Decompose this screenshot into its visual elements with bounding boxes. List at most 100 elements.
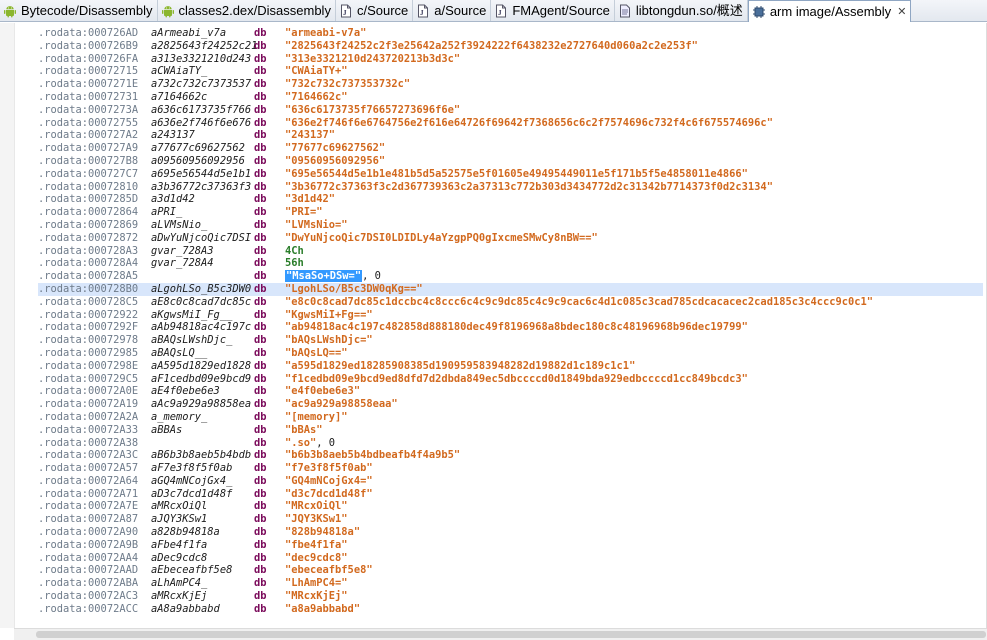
- symbol-name[interactable]: aE4f0ebe6e3: [151, 385, 220, 398]
- string-literal[interactable]: ".so": [285, 437, 316, 449]
- symbol-name[interactable]: a636e2f746f6e676: [151, 117, 251, 130]
- symbol-name[interactable]: a_memory_: [151, 411, 207, 424]
- symbol-name[interactable]: aBBAs: [151, 424, 182, 437]
- symbol-name[interactable]: aMRcxOiQl: [151, 500, 207, 513]
- selected-string[interactable]: "MsaSo+DSw=": [285, 270, 363, 283]
- numeric-value[interactable]: 4Ch: [285, 245, 304, 258]
- string-value[interactable]: "bAQsLWshDjc=": [285, 334, 373, 347]
- string-value[interactable]: "armeabi-v7a": [285, 27, 366, 40]
- string-value[interactable]: ".so", 0: [285, 437, 335, 450]
- string-value[interactable]: "KgwsMiI+Fg==": [285, 309, 373, 322]
- string-value[interactable]: "dec9cdc8": [285, 552, 348, 565]
- listing-row[interactable]: .rodata:00072869 aLVMsNio_ db "LVMsNio=": [38, 219, 983, 232]
- listing-row[interactable]: .rodata:00072755 a636e2f746f6e676 db "636e2…: [38, 117, 983, 130]
- listing-row[interactable]: .rodata:000728B0 aLgohLSo_B5c3DW0 db "LgohL…: [38, 282, 983, 296]
- symbol-name[interactable]: aKgwsMiI_Fg__: [151, 309, 232, 322]
- listing-row[interactable]: .rodata:00072A7E aMRcxOiQl db "MRcxOiQl": [38, 500, 983, 513]
- string-value[interactable]: "LgohLSo/B5c3DW0qKg==": [285, 283, 423, 296]
- symbol-name[interactable]: aEbeceafbf5e8: [151, 564, 232, 577]
- listing-row[interactable]: .rodata:000727C7 a695e56544d5e1b1 db "695e5…: [38, 168, 983, 181]
- string-value[interactable]: "PRI=": [285, 206, 323, 219]
- string-value[interactable]: "f7e3f8f5f0ab": [285, 462, 373, 475]
- listing-row[interactable]: .rodata:000728C5 aE8c0c8cad7dc85c db "e8c0c…: [38, 296, 983, 309]
- string-value[interactable]: "77677c69627562": [285, 142, 385, 155]
- symbol-name[interactable]: a2825643f24252c21: [151, 40, 257, 53]
- listing-row[interactable]: .rodata:00072AAD aEbeceafbf5e8 db "ebeceafb…: [38, 564, 983, 577]
- listing-row[interactable]: .rodata:0007298E aA595d1829ed1828 db "a595d…: [38, 360, 983, 373]
- symbol-name[interactable]: aArmeabi_v7a: [151, 27, 226, 40]
- string-value[interactable]: "695e56544d5e1b1e481b5d5a52575e5f01605e4…: [285, 168, 748, 181]
- symbol-name[interactable]: aDec9cdc8: [151, 552, 207, 565]
- listing-row[interactable]: .rodata:00072A90 a828b94818a db "828b94818a…: [38, 526, 983, 539]
- string-value[interactable]: "636e2f746f6e6764756e2f616e64726f69642f7…: [285, 117, 773, 130]
- string-value[interactable]: "ebeceafbf5e8": [285, 564, 373, 577]
- symbol-name[interactable]: a828b94818a: [151, 526, 220, 539]
- listing-row[interactable]: .rodata:00072978 aBAQsLWshDjc_ db "bAQsLWsh…: [38, 334, 983, 347]
- string-value[interactable]: "828b94818a": [285, 526, 360, 539]
- tab-c-source[interactable]: Jc/Source: [336, 0, 414, 21]
- listing-row[interactable]: .rodata:00072A71 aD3c7dcd1d48f db "d3c7dcd1…: [38, 488, 983, 501]
- symbol-name[interactable]: aBAQsLQ__: [151, 347, 207, 360]
- symbol-name[interactable]: gvar_728A4: [151, 257, 214, 270]
- tab-classes2-dex-disassembly[interactable]: classes2.dex/Disassembly: [158, 0, 336, 21]
- string-value[interactable]: "a8a9abbabd": [285, 603, 360, 616]
- numeric-value[interactable]: 56h: [285, 257, 304, 270]
- string-value[interactable]: "GQ4mNCojGx4=": [285, 475, 373, 488]
- string-value[interactable]: "MsaSo+DSw=", 0: [285, 270, 381, 283]
- tab-fmagent-source[interactable]: J FMAgent/Source: [491, 0, 615, 21]
- string-value[interactable]: "ac9a929a98858eaa": [285, 398, 398, 411]
- string-value[interactable]: "636c6173735f76657273696f6e": [285, 104, 460, 117]
- listing-row[interactable]: .rodata:000727A9 a77677c69627562 db "77677c…: [38, 142, 983, 155]
- symbol-name[interactable]: aFbe4f1fa: [151, 539, 207, 552]
- listing-row[interactable]: .rodata:00072A2A a_memory_ db "[memory]": [38, 411, 983, 424]
- string-value[interactable]: "f1cedbd09e9bcd9ed8dfd7d2dbda849ec5dbccc…: [285, 373, 748, 386]
- symbol-name[interactable]: aA8a9abbabd: [151, 603, 220, 616]
- symbol-name[interactable]: aCWAiaTY_: [151, 65, 207, 78]
- tab-arm-image-assembly[interactable]: arm image/Assembly ✕: [747, 0, 912, 22]
- symbol-name[interactable]: a313e3321210d243: [151, 53, 251, 66]
- string-value[interactable]: "DwYuNjcoQic7DSI0LDIDLy4aYzgpPQ0gIxcmeSM…: [285, 232, 598, 245]
- listing-row[interactable]: .rodata:00072A0E aE4f0ebe6e3 db "e4f0ebe6e3…: [38, 385, 983, 398]
- listing-row[interactable]: .rodata:000726AD aArmeabi_v7a db "armeabi-v…: [38, 27, 983, 40]
- string-value[interactable]: "a595d1829ed18285908385d190959583948282d…: [285, 360, 635, 373]
- string-value[interactable]: "fbe4f1fa": [285, 539, 348, 552]
- listing-row[interactable]: .rodata:00072ACC aA8a9abbabd db "a8a9abbabd…: [38, 603, 983, 616]
- listing-row[interactable]: .rodata:00072A3C aB6b3b8aeb5b4bdb db "b6b3b…: [38, 449, 983, 462]
- string-value[interactable]: "ab94818ac4c197c482858d888180dec49f81969…: [285, 321, 748, 334]
- listing-row[interactable]: .rodata:0007285D a3d1d42 db "3d1d42": [38, 193, 983, 206]
- string-value[interactable]: "3b36772c37363f3c2d367739363c2a37313c772…: [285, 181, 773, 194]
- listing-row[interactable]: .rodata:000726B9 a2825643f24252c21 db "2825…: [38, 40, 983, 53]
- horizontal-scrollbar[interactable]: [14, 628, 987, 640]
- string-value[interactable]: "CWAiaTY+": [285, 65, 348, 78]
- symbol-name[interactable]: aAb94818ac4c197c: [151, 321, 251, 334]
- string-value[interactable]: "bAQsLQ==": [285, 347, 348, 360]
- listing-row[interactable]: .rodata:00072810 a3b36772c37363f3 db "3b367…: [38, 181, 983, 194]
- symbol-name[interactable]: a243137: [151, 129, 195, 142]
- string-value[interactable]: "243137": [285, 129, 335, 142]
- string-value[interactable]: "[memory]": [285, 411, 348, 424]
- listing-row[interactable]: .rodata:00072715 aCWAiaTY_ db "CWAiaTY+": [38, 65, 983, 78]
- symbol-name[interactable]: gvar_728A3: [151, 245, 214, 258]
- symbol-name[interactable]: a09560956092956: [151, 155, 245, 168]
- listing-row[interactable]: .rodata:00072ABA aLhAmPC4_ db "LhAmPC4=": [38, 577, 983, 590]
- string-value[interactable]: "MRcxKjEj": [285, 590, 348, 603]
- symbol-name[interactable]: a3b36772c37363f3: [151, 181, 251, 194]
- listing-row[interactable]: .rodata:00072A33 aBBAs db "bBAs": [38, 424, 983, 437]
- listing-row[interactable]: .rodata:000727B8 a09560956092956 db "095609…: [38, 155, 983, 168]
- symbol-name[interactable]: aF7e3f8f5f0ab: [151, 462, 232, 475]
- string-value[interactable]: "LVMsNio=": [285, 219, 348, 232]
- symbol-name[interactable]: aD3c7dcd1d48f: [151, 488, 232, 501]
- symbol-name[interactable]: aPRI_: [151, 206, 182, 219]
- symbol-name[interactable]: aAc9a929a98858ea: [151, 398, 251, 411]
- string-value[interactable]: "LhAmPC4=": [285, 577, 348, 590]
- string-value[interactable]: "b6b3b8aeb5b4bdbeafb4f4a9b5": [285, 449, 460, 462]
- listing-row[interactable]: .rodata:0007271E a732c732c7373537 db "732c7…: [38, 78, 983, 91]
- listing-row[interactable]: .rodata:000728A5 db "MsaSo+DSw=", 0: [38, 270, 983, 283]
- string-value[interactable]: "e4f0ebe6e3": [285, 385, 360, 398]
- listing-row[interactable]: .rodata:00072A64 aGQ4mNCojGx4_ db "GQ4mNCoj…: [38, 475, 983, 488]
- tab-a-source[interactable]: Ja/Source: [413, 0, 492, 21]
- listing-row[interactable]: .rodata:000729C5 aF1cedbd09e9bcd9 db "f1ced…: [38, 373, 983, 386]
- symbol-name[interactable]: aDwYuNjcoQic7DSI: [151, 232, 251, 245]
- symbol-name[interactable]: a636c6173735f766: [151, 104, 251, 117]
- listing-row[interactable]: .rodata:00072731 a7164662c db "7164662c": [38, 91, 983, 104]
